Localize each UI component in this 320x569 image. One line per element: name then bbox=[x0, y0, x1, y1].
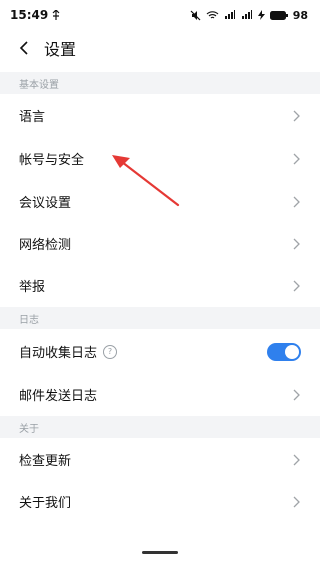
section-header-logs: 日志 bbox=[0, 307, 320, 329]
status-bar: 15:49 98 bbox=[0, 0, 320, 30]
chevron-right-icon bbox=[291, 152, 301, 166]
page-title: 设置 bbox=[44, 40, 77, 59]
chevron-right-icon bbox=[291, 279, 301, 293]
section-header-about: 关于 bbox=[0, 416, 320, 438]
settings-item-label: 关于我们 bbox=[19, 496, 72, 511]
help-icon[interactable]: ? bbox=[103, 344, 118, 359]
settings-item-report[interactable]: 举报 bbox=[0, 264, 320, 307]
wifi-icon bbox=[206, 10, 219, 20]
settings-item-label: 检查更新 bbox=[19, 454, 72, 469]
settings-item-language[interactable]: 语言 bbox=[0, 94, 320, 137]
status-right: 98 bbox=[190, 9, 308, 22]
settings-item-auto-collect-logs: 自动收集日志 ? bbox=[0, 330, 320, 373]
header: 设置 bbox=[0, 30, 320, 66]
settings-item-check-update[interactable]: 检查更新 bbox=[0, 438, 320, 481]
settings-item-label: 自动收集日志 bbox=[19, 346, 98, 361]
settings-item-label: 语言 bbox=[19, 110, 46, 125]
settings-item-label: 网络检测 bbox=[19, 238, 72, 253]
signal-icon-2 bbox=[241, 10, 253, 20]
battery-icon bbox=[269, 10, 288, 20]
home-indicator bbox=[142, 551, 178, 554]
chevron-right-icon bbox=[291, 453, 301, 467]
chevron-left-icon bbox=[19, 41, 28, 55]
chevron-right-icon bbox=[291, 237, 301, 251]
chevron-right-icon bbox=[291, 109, 301, 123]
battery-level: 98 bbox=[292, 8, 308, 22]
settings-item-about-us[interactable]: 关于我们 bbox=[0, 480, 320, 523]
status-left: 15:49 bbox=[10, 8, 60, 22]
annotation-arrow-icon bbox=[112, 155, 180, 207]
mute-icon bbox=[190, 10, 201, 21]
section-header-basic: 基本设置 bbox=[0, 72, 320, 94]
charging-icon bbox=[257, 10, 265, 20]
signal-icon-1 bbox=[224, 10, 236, 20]
auto-collect-logs-toggle[interactable] bbox=[267, 342, 301, 361]
toggle-knob bbox=[285, 344, 299, 359]
settings-item-label: 邮件发送日志 bbox=[19, 389, 98, 404]
settings-item-email-logs[interactable]: 邮件发送日志 bbox=[0, 373, 320, 416]
settings-item-network-test[interactable]: 网络检测 bbox=[0, 222, 320, 265]
chevron-right-icon bbox=[291, 495, 301, 509]
settings-item-label-wrap: 自动收集日志 ? bbox=[19, 342, 118, 361]
usb-icon bbox=[52, 10, 60, 20]
chevron-right-icon bbox=[291, 195, 301, 209]
settings-item-label: 会议设置 bbox=[19, 196, 72, 211]
back-button[interactable] bbox=[10, 30, 38, 66]
settings-item-label: 帐号与安全 bbox=[19, 153, 85, 168]
status-time: 15:49 bbox=[10, 8, 49, 22]
chevron-right-icon bbox=[291, 388, 301, 402]
settings-item-label: 举报 bbox=[19, 280, 46, 295]
